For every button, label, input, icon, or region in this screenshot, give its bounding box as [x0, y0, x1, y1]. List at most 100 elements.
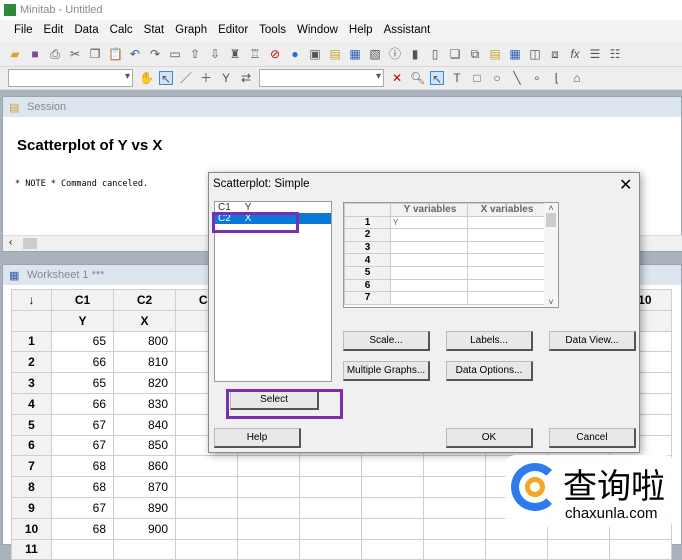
data-cell[interactable]	[299, 538, 362, 560]
data-cell[interactable]	[299, 455, 362, 478]
redo-icon[interactable]: ↷	[148, 47, 162, 61]
ellipse-icon[interactable]: ○	[490, 71, 504, 85]
up-icon[interactable]: ⇧	[188, 47, 202, 61]
data-cell[interactable]	[361, 455, 424, 478]
find-icon[interactable]: ♜	[228, 47, 242, 61]
grid-cell[interactable]	[390, 265, 468, 280]
data-cell[interactable]: 65	[51, 330, 114, 353]
undo-icon[interactable]: ↶	[128, 47, 142, 61]
rows-icon[interactable]: ⧈	[548, 47, 562, 61]
menu-help[interactable]: Help	[349, 24, 373, 42]
data-cell[interactable]: 68	[51, 455, 114, 478]
zoom-icon[interactable]: 🔍︎	[410, 71, 425, 85]
menu-graph[interactable]: Graph	[175, 24, 207, 42]
grid-cell[interactable]	[467, 291, 545, 305]
data-cell[interactable]	[547, 538, 610, 560]
formula-icon[interactable]: fx	[568, 47, 582, 61]
data-cell[interactable]: 66	[51, 392, 114, 415]
data-cell[interactable]: 890	[113, 496, 176, 519]
grid-cell[interactable]	[390, 253, 468, 267]
line-icon[interactable]: ╲	[510, 71, 524, 85]
row-number[interactable]: 6	[11, 434, 52, 457]
layout-icon[interactable]: ⧉	[468, 47, 482, 61]
replace-icon[interactable]: ♖	[248, 47, 262, 61]
scale-button[interactable]: Scale...	[343, 331, 430, 351]
data-window-icon[interactable]: ▦	[508, 47, 522, 61]
close-icon[interactable]: ✕	[619, 175, 632, 195]
stop-icon[interactable]: ▣	[308, 47, 322, 61]
menu-file[interactable]: File	[14, 24, 33, 42]
data-options-button[interactable]: Data Options...	[446, 361, 533, 381]
grid-cell[interactable]	[467, 253, 545, 267]
history-icon[interactable]: ▮	[408, 47, 422, 61]
rectangle-icon[interactable]: □	[470, 71, 484, 85]
data-cell[interactable]: 840	[113, 413, 176, 436]
help-button[interactable]: Help	[214, 428, 301, 448]
swap-icon[interactable]: ⇄	[239, 71, 253, 85]
crosshair-icon[interactable]: ＋	[199, 71, 213, 85]
menu-editor[interactable]: Editor	[218, 24, 248, 42]
delete-icon[interactable]: ☷	[608, 47, 622, 61]
data-cell[interactable]	[299, 517, 362, 540]
data-cell[interactable]: 68	[51, 476, 114, 498]
data-cell[interactable]	[51, 538, 114, 560]
copy-icon[interactable]: ❐	[88, 47, 102, 61]
menu-assistant[interactable]: Assistant	[384, 24, 431, 42]
report-icon[interactable]: ▯	[428, 47, 442, 61]
annotation-pointer-icon[interactable]: ↖	[430, 71, 444, 86]
menu-window[interactable]: Window	[297, 24, 338, 42]
corner-arrow-icon[interactable]: ↓	[11, 289, 52, 311]
row-number[interactable]: 4	[11, 392, 52, 415]
graphs-icon[interactable]: ▧	[368, 47, 382, 61]
variables-grid[interactable]: Y variables X variables 1 Y 2 3 4 5 6 7 ˄ ˅	[343, 202, 559, 308]
menu-tools[interactable]: Tools	[259, 24, 286, 42]
data-cell[interactable]: 860	[113, 455, 176, 478]
data-cell[interactable]	[423, 517, 486, 540]
new-icon[interactable]: ❏	[448, 47, 462, 61]
paste-icon[interactable]: 📋	[108, 47, 123, 61]
row-number[interactable]: 5	[11, 413, 52, 436]
row-number[interactable]: 2	[11, 351, 52, 374]
polygon-icon[interactable]: ⌂	[570, 71, 584, 85]
row-number[interactable]: 1	[11, 330, 52, 353]
open-icon[interactable]: ▰	[8, 47, 22, 61]
data-cell[interactable]	[237, 476, 300, 498]
grid-cell[interactable]	[467, 228, 545, 242]
grid-cell[interactable]	[467, 240, 545, 255]
worksheet-icon[interactable]: ▦	[348, 47, 362, 61]
data-cell[interactable]	[175, 496, 238, 519]
pen-icon[interactable]: ／	[179, 71, 193, 85]
data-cell[interactable]: 67	[51, 496, 114, 519]
data-cell[interactable]	[361, 496, 424, 519]
graph-combo[interactable]	[8, 69, 133, 87]
insert-icon[interactable]: ☰	[588, 47, 602, 61]
brush-icon[interactable]: ✋	[139, 71, 154, 85]
columns-icon[interactable]: ◫	[528, 47, 542, 61]
cancel-icon[interactable]: ⊘	[268, 47, 282, 61]
scroll-down-icon[interactable]: ˅	[544, 297, 558, 307]
multiple-graphs-button[interactable]: Multiple Graphs...	[343, 361, 430, 381]
cancel-button[interactable]: Cancel	[549, 428, 636, 448]
data-cell[interactable]: 870	[113, 476, 176, 498]
menu-data[interactable]: Data	[74, 24, 98, 42]
menu-edit[interactable]: Edit	[44, 24, 64, 42]
column-header[interactable]: C2	[113, 289, 176, 311]
scroll-up-icon[interactable]: ˄	[544, 203, 558, 213]
grid-cell[interactable]	[467, 265, 545, 280]
flag-icon[interactable]: Y	[219, 71, 233, 85]
item-combo[interactable]	[259, 69, 384, 87]
project-manager-icon[interactable]: ▤	[488, 47, 502, 61]
row-number[interactable]: 11	[11, 538, 52, 560]
marker-icon[interactable]: ∘	[530, 71, 544, 85]
select-pointer-icon[interactable]: ↖	[159, 71, 173, 86]
data-cell[interactable]: 820	[113, 372, 176, 394]
session-icon[interactable]: ▤	[328, 47, 342, 61]
data-cell[interactable]	[237, 517, 300, 540]
print-icon[interactable]: ⎙	[48, 47, 62, 61]
menu-stat[interactable]: Stat	[144, 24, 164, 42]
grid-cell[interactable]	[467, 215, 545, 230]
data-cell[interactable]	[361, 517, 424, 540]
row-number[interactable]: 8	[11, 476, 52, 498]
info-icon[interactable]: ⓘ	[388, 47, 402, 61]
grid-vertical-scrollbar[interactable]: ˄ ˅	[544, 203, 558, 307]
